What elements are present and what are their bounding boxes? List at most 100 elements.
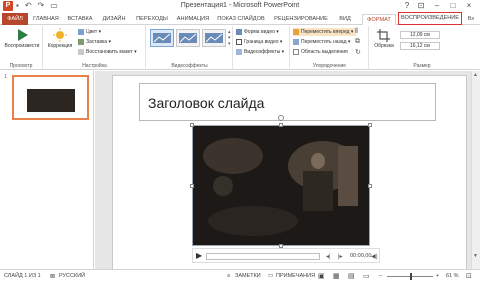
tab-playback[interactable]: ВОСПРОИЗВЕДЕНИЕ	[398, 12, 462, 25]
resize-handle-top[interactable]	[279, 123, 283, 127]
slides-pane: 1	[0, 71, 94, 269]
zoom-in-button[interactable]: +	[436, 273, 439, 279]
width-field[interactable]: 16,12 см	[400, 42, 440, 50]
tab-file[interactable]: ФАЙЛ	[2, 13, 28, 25]
bring-forward-button[interactable]: Переместить вперед ▾	[293, 28, 357, 36]
slide-counter: СЛАЙД 1 ИЗ 1	[4, 273, 41, 279]
minimize-button[interactable]: –	[430, 0, 444, 12]
video-frame[interactable]	[192, 125, 370, 246]
tab-insert[interactable]: ВСТАВКА	[65, 14, 95, 25]
video-style-3[interactable]	[202, 29, 226, 47]
video-shape-label: Форма видео	[244, 29, 275, 35]
group-adjust: Коррекция Цвет ▾ Заставка ▾ Восстановить…	[44, 26, 146, 70]
send-backward-button[interactable]: Переместить назад ▾	[293, 38, 350, 46]
reset-design-button[interactable]: Восстановить макет ▾	[78, 48, 137, 56]
send-backward-icon	[293, 38, 299, 45]
slide-show-icon[interactable]: ▭	[363, 272, 370, 280]
account-sign-in[interactable]: Вх	[464, 14, 478, 25]
reset-design-icon	[78, 48, 84, 55]
tab-review[interactable]: РЕЦЕНЗИРОВАНИЕ	[270, 14, 332, 25]
video-shape-button[interactable]: Форма видео ▾	[236, 28, 279, 36]
ribbon: Воспроизвести Просмотр Коррекция Цвет ▾ …	[0, 26, 480, 70]
group-label-adjust: Настройка	[82, 63, 107, 69]
video-shape-icon	[236, 28, 242, 35]
vertical-scrollbar[interactable]: ▲ ▼	[471, 71, 480, 269]
normal-view-icon[interactable]: ▣	[318, 272, 325, 280]
group-label-arrange: Упорядочение	[312, 63, 347, 69]
media-progress-bar[interactable]	[206, 253, 320, 260]
maximize-button[interactable]: □	[446, 0, 460, 12]
media-time: 00:00,00	[350, 253, 372, 259]
tab-design[interactable]: ДИЗАЙН	[99, 14, 129, 25]
fit-slide-icon[interactable]: ⊡	[466, 272, 472, 280]
video-style-1-preview	[153, 33, 171, 43]
poster-frame-icon	[78, 38, 84, 45]
reading-view-icon[interactable]: ▤	[348, 272, 355, 280]
video-styles-scroll-icon[interactable]: ▴ ▾ ▾	[228, 29, 231, 47]
color-button[interactable]: Цвет ▾	[78, 28, 101, 36]
video-effects-label: Видеоэффекты	[244, 49, 281, 55]
title-placeholder[interactable]: Заголовок слайда	[139, 83, 436, 121]
slide-title[interactable]: Заголовок слайда	[148, 95, 264, 111]
play-button[interactable]: Воспроизвести	[2, 28, 42, 49]
scroll-up-icon[interactable]: ▲	[473, 72, 478, 78]
rotate-icon[interactable]: ↻	[355, 48, 361, 56]
zoom-out-button[interactable]: –	[379, 273, 382, 279]
color-icon	[78, 28, 84, 35]
scroll-down-icon[interactable]: ▼	[473, 253, 478, 259]
close-button[interactable]: ×	[462, 0, 476, 12]
skip-forward-icon[interactable]: |▸	[338, 253, 343, 260]
resize-handle-right[interactable]	[368, 184, 372, 188]
tab-animations[interactable]: АНИМАЦИЯ	[174, 14, 212, 25]
sun-icon	[53, 28, 67, 42]
video-effects-button[interactable]: Видеоэффекты ▾	[236, 48, 284, 56]
help-button[interactable]: ?	[400, 0, 414, 12]
height-value: 12,09 см	[410, 32, 430, 38]
resize-handle-top-left[interactable]	[190, 123, 194, 127]
zoom-level[interactable]: 61 %	[446, 273, 459, 279]
comments-button[interactable]: ПРИМЕЧАНИЯ	[276, 273, 315, 279]
selection-pane-label: Область выделения	[301, 49, 348, 55]
title-bar: P ▪ ↶ ↷ ▭ Презентация1 - Microsoft PowerPoi…	[0, 0, 480, 12]
poster-frame-label: Заставка	[86, 39, 108, 45]
resize-handle-top-right[interactable]	[368, 123, 372, 127]
comments-icon[interactable]: ▭	[268, 273, 273, 279]
volume-icon[interactable]: ◀)	[371, 253, 378, 260]
video-style-1[interactable]	[150, 29, 174, 47]
video-style-2-preview	[179, 33, 197, 43]
play-button-label: Воспроизвести	[4, 43, 40, 49]
crop-button[interactable]: Обрезка	[372, 28, 396, 49]
video-effects-icon	[236, 48, 242, 55]
slide-thumbnail-video	[27, 89, 75, 112]
skip-back-icon[interactable]: ◂|	[326, 253, 331, 260]
align-icon[interactable]: ⫴	[355, 28, 358, 36]
tab-format[interactable]: ФОРМАТ	[362, 14, 396, 25]
spellcheck-icon[interactable]: ⊠	[50, 273, 55, 280]
ribbon-display-options-button[interactable]: ⊡	[414, 0, 428, 12]
tab-home[interactable]: ГЛАВНАЯ	[31, 14, 61, 25]
send-backward-label: Переместить назад	[301, 39, 347, 45]
play-icon[interactable]: ▶	[196, 251, 202, 260]
width-value: 16,12 см	[410, 43, 430, 49]
zoom-slider-thumb[interactable]	[410, 273, 412, 280]
group-objects-icon[interactable]: ⧉	[355, 38, 360, 46]
video-border-button[interactable]: Граница видео ▾	[236, 38, 282, 46]
rotate-handle[interactable]	[278, 115, 284, 121]
slide-sorter-icon[interactable]: ▦	[333, 272, 340, 280]
slide-editing-area: Заголовок слайда ▶ ◂| |▸ 00:00,00 ◀)	[95, 71, 480, 271]
selection-pane-button[interactable]: Область выделения	[293, 48, 348, 56]
tab-transitions[interactable]: ПЕРЕХОДЫ	[134, 14, 170, 25]
video-style-2[interactable]	[176, 29, 200, 47]
corrections-button[interactable]: Коррекция	[46, 28, 74, 49]
resize-handle-left[interactable]	[190, 184, 194, 188]
slide-thumbnail[interactable]	[12, 75, 89, 120]
tab-view[interactable]: ВИД	[336, 14, 354, 25]
notes-button[interactable]: ЗАМЕТКИ	[235, 273, 261, 279]
crop-label: Обрезка	[374, 43, 394, 49]
tab-slide-show[interactable]: ПОКАЗ СЛАЙДОВ	[216, 14, 266, 25]
language-indicator[interactable]: РУССКИЙ	[59, 273, 85, 279]
poster-frame-button[interactable]: Заставка ▾	[78, 38, 111, 46]
ribbon-tab-row: ФАЙЛ ГЛАВНАЯ ВСТАВКА ДИЗАЙН ПЕРЕХОДЫ АНИ…	[0, 12, 480, 25]
height-field[interactable]: 12,09 см	[400, 31, 440, 39]
notes-icon[interactable]: ≡	[227, 273, 230, 279]
